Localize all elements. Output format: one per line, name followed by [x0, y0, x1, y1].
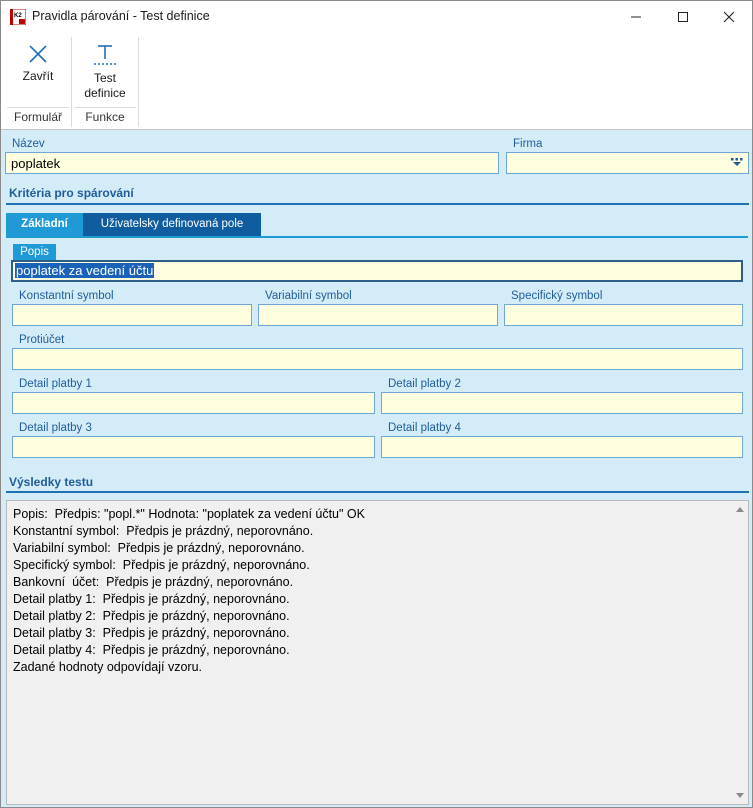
- results-lines: Popis: Předpis: "popl.*" Hodnota: "popla…: [13, 506, 365, 676]
- konstantni-symbol-label: Konstantní symbol: [19, 290, 114, 302]
- nazev-label: Název: [12, 138, 45, 150]
- maximize-icon: [678, 12, 688, 22]
- minimize-icon: [631, 16, 641, 18]
- ribbon: Zavřít Formulář Test definice Funkce: [1, 33, 752, 130]
- konstantni-symbol-input[interactable]: [12, 304, 252, 326]
- tab-uzivatelsky-definovana-pole[interactable]: Uživatelsky definovaná pole: [83, 213, 261, 236]
- results-textarea[interactable]: Popis: Předpis: "popl.*" Hodnota: "popla…: [6, 500, 749, 805]
- zavrit-button[interactable]: Zavřít: [7, 37, 69, 107]
- protiucet-input[interactable]: [12, 348, 743, 370]
- results-divider: [6, 491, 749, 493]
- result-line: Popis: Předpis: "popl.*" Hodnota: "popla…: [13, 507, 365, 521]
- popis-value: poplatek za vedení účtu: [15, 263, 155, 278]
- results-scrollbar[interactable]: [732, 501, 748, 804]
- firma-input[interactable]: [506, 152, 749, 174]
- result-line: Variabilní symbol: Předpis je prázdný, n…: [13, 541, 305, 555]
- app-window: K2 Pravidla párování - Test definice Zav…: [0, 0, 753, 808]
- firma-label: Firma: [513, 138, 543, 150]
- tab-zakladni[interactable]: Základní: [6, 213, 83, 236]
- maximize-button[interactable]: [660, 1, 706, 33]
- popis-label: Popis: [13, 244, 56, 261]
- criteria-title: Kritéria pro spárování: [9, 186, 134, 200]
- test-definice-button[interactable]: Test definice: [74, 37, 136, 107]
- test-label-line1: Test: [93, 71, 116, 85]
- result-line: Detail platby 2: Předpis je prázdný, nep…: [13, 609, 290, 623]
- result-line: Specifický symbol: Předpis je prázdný, n…: [13, 558, 310, 572]
- detail-platby-3-input[interactable]: [12, 436, 375, 458]
- close-x-icon: [29, 45, 47, 63]
- result-line: Konstantní symbol: Předpis je prázdný, n…: [13, 524, 314, 538]
- detail-platby-1-label: Detail platby 1: [19, 378, 92, 390]
- group-label-formular: Formulář: [7, 107, 69, 127]
- test-label-line2: definice: [84, 86, 126, 100]
- detail-platby-4-label: Detail platby 4: [388, 422, 461, 434]
- scroll-up-icon[interactable]: [736, 506, 744, 512]
- specificky-symbol-label: Specifický symbol: [511, 290, 603, 302]
- app-logo-icon: K2: [10, 9, 26, 25]
- result-line: Bankovní účet: Předpis je prázdný, nepor…: [13, 575, 294, 589]
- detail-platby-2-label: Detail platby 2: [388, 378, 461, 390]
- ribbon-group-formular: Zavřít Formulář: [5, 37, 72, 127]
- app-logo-text: K2: [14, 13, 22, 19]
- test-text-icon: [94, 45, 116, 65]
- result-line: Detail platby 4: Předpis je prázdný, nep…: [13, 643, 290, 657]
- variabilni-symbol-input[interactable]: [258, 304, 498, 326]
- minimize-button[interactable]: [613, 1, 659, 33]
- specificky-symbol-input[interactable]: [504, 304, 743, 326]
- criteria-divider: [6, 203, 749, 205]
- variabilni-symbol-label: Variabilní symbol: [265, 290, 352, 302]
- nazev-input[interactable]: poplatek: [5, 152, 499, 174]
- dropdown-dots-icon[interactable]: [731, 158, 743, 167]
- zavrit-label: Zavřít: [22, 69, 54, 83]
- window-title: Pravidla párování - Test definice: [32, 9, 210, 23]
- result-line: Zadané hodnoty odpovídají vzoru.: [13, 660, 203, 674]
- results-title: Výsledky testu: [9, 475, 94, 489]
- group-label-funkce: Funkce: [74, 107, 136, 127]
- detail-platby-2-input[interactable]: [381, 392, 743, 414]
- close-icon: [723, 11, 735, 23]
- scroll-down-icon[interactable]: [736, 793, 744, 799]
- popis-input[interactable]: poplatek za vedení účtu: [11, 260, 743, 282]
- protiucet-label: Protiúčet: [19, 334, 65, 346]
- detail-platby-3-label: Detail platby 3: [19, 422, 92, 434]
- close-window-button[interactable]: [706, 1, 752, 33]
- title-bar[interactable]: K2 Pravidla párování - Test definice: [1, 1, 752, 33]
- detail-platby-4-input[interactable]: [381, 436, 743, 458]
- detail-platby-1-input[interactable]: [12, 392, 375, 414]
- result-line: Detail platby 1: Předpis je prázdný, nep…: [13, 592, 290, 606]
- ribbon-group-funkce: Test definice Funkce: [72, 37, 139, 127]
- result-line: Detail platby 3: Předpis je prázdný, nep…: [13, 626, 290, 640]
